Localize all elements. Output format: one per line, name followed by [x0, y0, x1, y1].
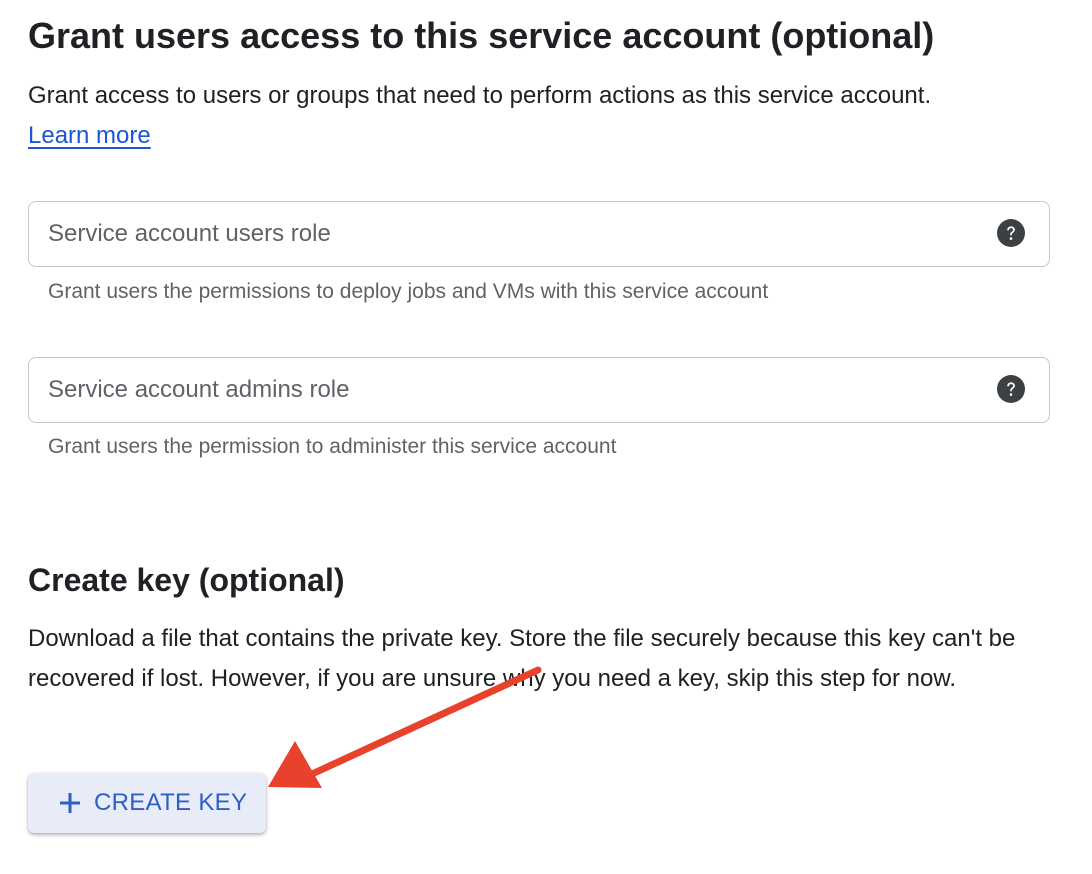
help-circle-icon[interactable]	[997, 219, 1025, 247]
section-title-grant-users: Grant users access to this service accou…	[28, 15, 935, 56]
help-circle-icon[interactable]	[997, 375, 1025, 403]
service-account-users-role-label: Service account users role	[48, 220, 331, 247]
page: Grant users access to this service accou…	[0, 0, 1092, 874]
create-key-button[interactable]: CREATE KEY	[28, 773, 266, 833]
section-title-create-key: Create key (optional)	[28, 562, 345, 598]
grant-users-description-text: Grant access to users or groups that nee…	[28, 82, 932, 109]
service-account-admins-role-field[interactable]: Service account admins role	[28, 357, 1050, 423]
plus-icon	[58, 791, 82, 815]
section-description-grant-users: Grant access to users or groups that nee…	[28, 76, 1068, 156]
service-account-users-role-hint: Grant users the permissions to deploy jo…	[48, 280, 769, 303]
learn-more-link[interactable]: Learn more	[28, 122, 151, 149]
service-account-users-role-field[interactable]: Service account users role	[28, 201, 1050, 267]
service-account-admins-role-hint: Grant users the permission to administer…	[48, 435, 617, 458]
service-account-admins-role-label: Service account admins role	[48, 376, 350, 403]
section-description-create-key: Download a file that contains the privat…	[28, 625, 1016, 692]
create-key-button-label: CREATE KEY	[94, 789, 248, 816]
